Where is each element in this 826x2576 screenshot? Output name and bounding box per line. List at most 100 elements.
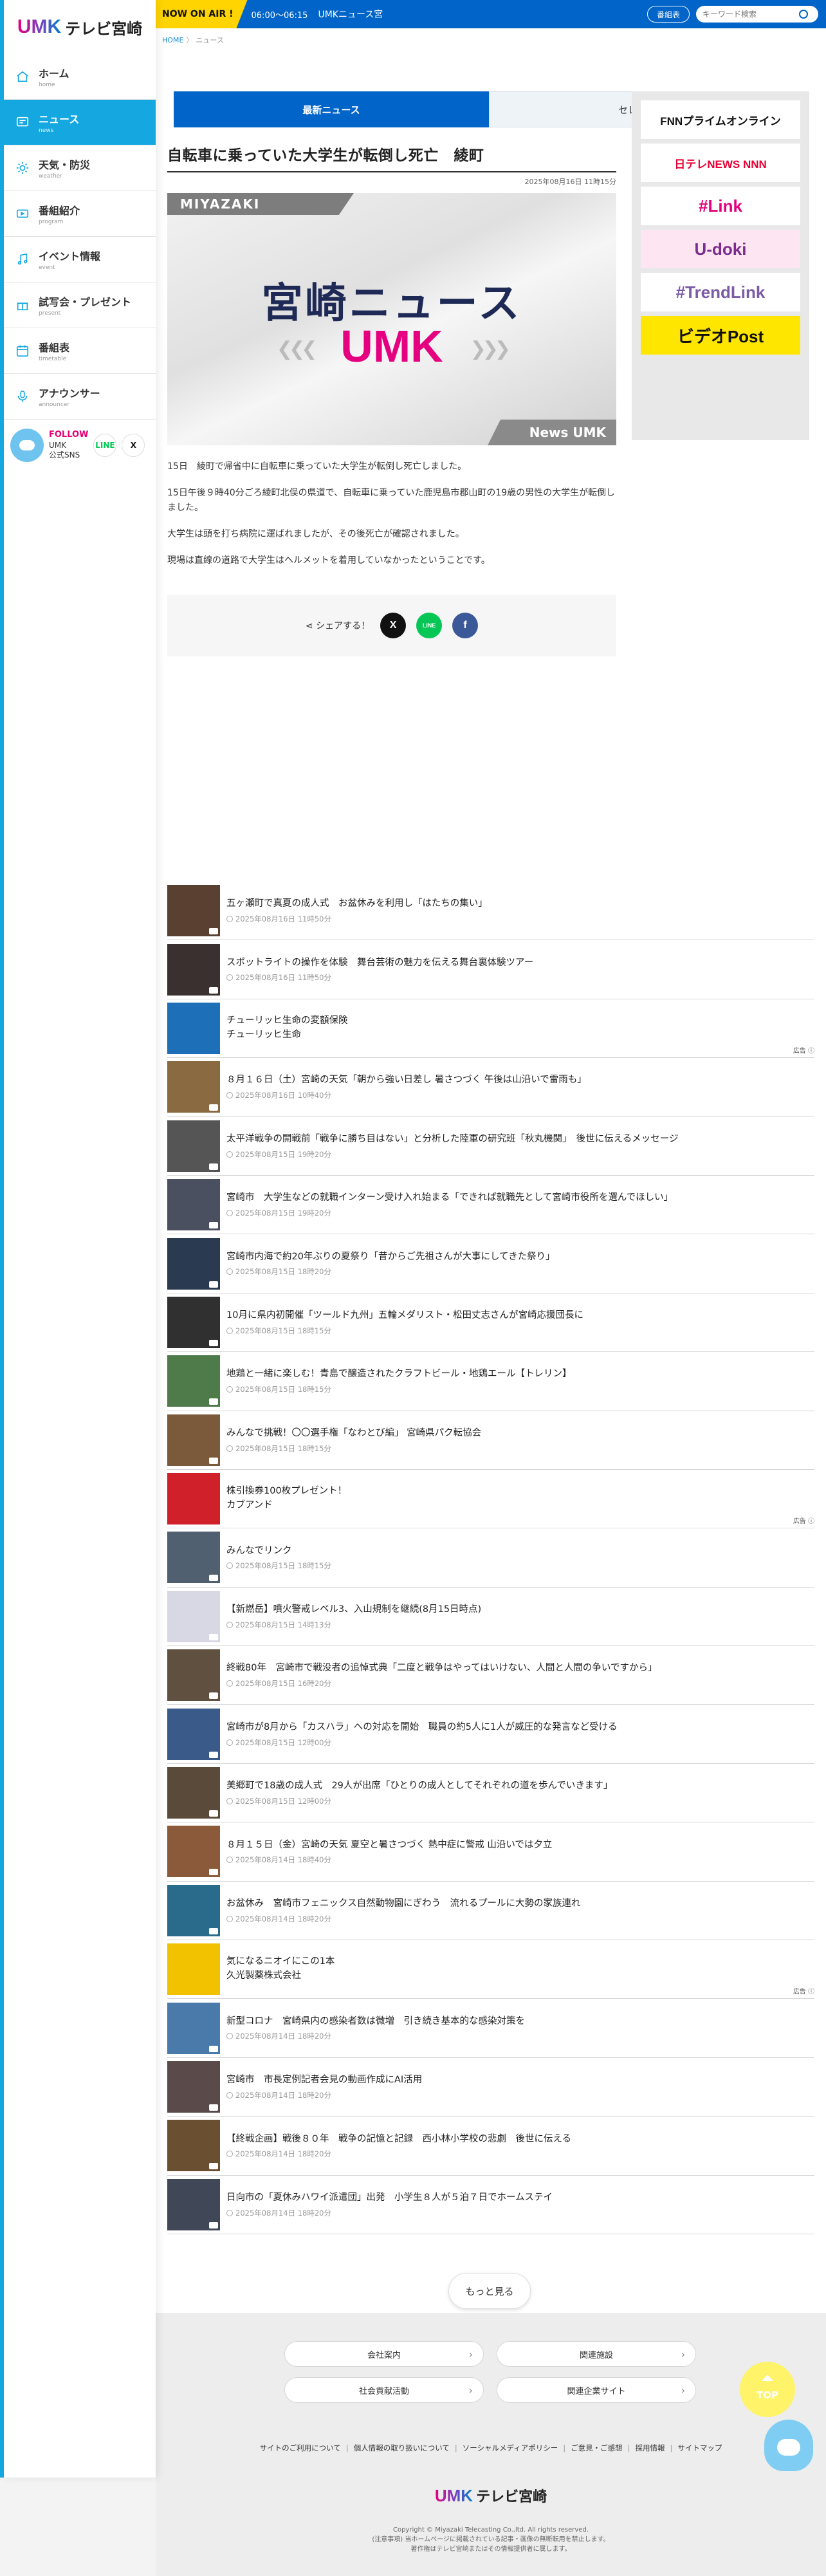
news-title[interactable]: お盆休み 宮崎市フェニックス自然動物園にぎわう 流れるプールに大勢の家族連れ [226, 1897, 581, 1911]
search-icon[interactable] [799, 10, 808, 19]
footer-link[interactable]: ご意見・ご感想 [571, 2443, 623, 2452]
video-post-banner[interactable]: ビデオPost [641, 316, 800, 355]
news-thumbnail[interactable] [167, 1649, 220, 1701]
more-button[interactable]: もっと見る [448, 2273, 531, 2309]
news-item[interactable]: 10月に県内初開催「ツールド九州」五輪メダリスト・松田丈志さんが宮崎応援団長に 2… [167, 1293, 814, 1353]
link-banner[interactable]: #Link [641, 187, 800, 225]
news-title[interactable]: 【新燃岳】噴火警戒レベル3、入山規制を継続(8月15日時点) [226, 1603, 481, 1617]
sidebar-item-program[interactable]: 番組紹介 program [4, 191, 156, 237]
news-title[interactable]: チューリッヒ生命の変額保険 [226, 1014, 348, 1028]
news-thumbnail[interactable] [167, 1120, 220, 1172]
footer-group-sites-button[interactable]: 関連企業サイト [497, 2377, 696, 2403]
tab-latest-news[interactable]: 最新ニュース [174, 91, 489, 127]
news-item[interactable]: 宮崎市 市長定例記者会見の動画作成にAI活用 2025年08月14日 18時20分 [167, 2058, 814, 2117]
share-facebook-icon[interactable]: f [452, 613, 479, 638]
ad-item[interactable]: 株引換券100枚プレゼント！ カブアンド 広告 ⓘ [167, 1470, 814, 1529]
ad-item[interactable]: 気になるニオイにこの1本 久光製薬株式会社 広告 ⓘ [167, 1940, 814, 1999]
news-thumbnail[interactable] [167, 2061, 220, 2113]
trend-link-banner[interactable]: #TrendLink [641, 273, 800, 311]
news-title[interactable]: みんなで挑戦！〇〇選手権「なわとび編」 宮崎県パク転協会 [226, 1427, 481, 1441]
news-thumbnail[interactable] [167, 2002, 220, 2054]
news-item[interactable]: ８月１５日（金）宮崎の天気 夏空と暑さつづく 熱中症に警戒 山沿いでは夕立 202… [167, 1822, 814, 1882]
news-item[interactable]: 五ヶ瀬町で真夏の成人式 お盆休みを利用し「はたちの集い」 2025年08月16日 … [167, 882, 814, 941]
footer-link[interactable]: サイトのご利用について [260, 2443, 341, 2452]
news-title[interactable]: 太平洋戦争の開戦前「戦争に勝ち目はない」と分析した陸軍の研究班「秋丸機関」 後世… [226, 1133, 679, 1147]
news-thumbnail[interactable] [167, 1355, 220, 1407]
footer-link[interactable]: 採用情報 [635, 2443, 665, 2452]
ad-label[interactable]: 広告 ⓘ [793, 1045, 814, 1055]
timetable-button[interactable]: 番組表 [647, 6, 690, 23]
news-thumbnail[interactable] [167, 1943, 220, 1996]
onair-program[interactable]: UMKニュース宮 [318, 8, 383, 21]
news-thumbnail[interactable] [167, 1237, 220, 1290]
news-thumbnail[interactable] [167, 1826, 220, 1878]
news-item[interactable]: 【新燃岳】噴火警戒レベル3、入山規制を継続(8月15日時点) 2025年08月15… [167, 1588, 814, 1647]
news-title[interactable]: ８月１６日（土）宮崎の天気「朝から強い日差し 暑さつづく 午後は山沿いで雷雨も」 [226, 1073, 587, 1088]
news-title[interactable]: 新型コロナ 宮崎県内の感染者数は微増 引き続き基本的な感染対策を [226, 2015, 525, 2029]
news-item[interactable]: 日向市の「夏休みハワイ派遣団」出発 小学生８人が５泊７日でホームステイ 2025年… [167, 2176, 814, 2234]
footer-csr-button[interactable]: 社会貢献活動 [284, 2377, 484, 2403]
news-title[interactable]: 宮崎市 大学生などの就職インターン受け入れ始まる「できれば就職先として宮崎市役所… [226, 1191, 673, 1205]
sidebar-item-weather[interactable]: 天気・防災 weather [4, 145, 156, 191]
news-title[interactable]: 株引換券100枚プレゼント！ [226, 1485, 347, 1499]
news-title[interactable]: 気になるニオイにこの1本 [226, 1955, 335, 1969]
footer-logo[interactable]: UMK テレビ宮崎 [156, 2485, 826, 2506]
x-button[interactable]: X [122, 434, 145, 457]
news-title[interactable]: ８月１５日（金）宮崎の天気 夏空と暑さつづく 熱中症に警戒 山沿いでは夕立 [226, 1839, 552, 1853]
news-item[interactable]: 太平洋戦争の開戦前「戦争に勝ち目はない」と分析した陸軍の研究班「秋丸機関」 後世… [167, 1117, 814, 1176]
news-thumbnail[interactable] [167, 1767, 220, 1819]
news-thumbnail[interactable] [167, 885, 220, 937]
news-thumbnail[interactable] [167, 1296, 220, 1348]
news-thumbnail[interactable] [167, 1708, 220, 1760]
sidebar-item-home[interactable]: ホーム home [4, 54, 156, 100]
news-item[interactable]: 宮崎市が8月から「カスハラ」への対応を開始 職員の約5人に1人が威圧的な発言など… [167, 1705, 814, 1764]
news-title[interactable]: みんなでリンク [226, 1544, 331, 1559]
nitele-news-nnn-banner[interactable]: 日テレNEWS NNN [641, 144, 800, 182]
news-title[interactable]: 宮崎市内海で約20年ぶりの夏祭り「昔からご先祖さんが大事にしてきた祭り」 [226, 1250, 555, 1265]
share-x-icon[interactable]: X [380, 613, 407, 638]
news-item[interactable]: 新型コロナ 宮崎県内の感染者数は微増 引き続き基本的な感染対策を 2025年08月… [167, 1999, 814, 2058]
news-thumbnail[interactable] [167, 1061, 220, 1113]
sidebar-item-timetable[interactable]: 番組表 timetable [4, 328, 156, 374]
sidebar-item-present[interactable]: 試写会・プレゼント present [4, 283, 156, 328]
news-item[interactable]: みんなで挑戦！〇〇選手権「なわとび編」 宮崎県パク転協会 2025年08月15日 … [167, 1411, 814, 1470]
news-title[interactable]: スポットライトの操作を体験 舞台芸術の魅力を伝える舞台裏体験ツアー [226, 956, 533, 970]
news-title[interactable]: 日向市の「夏休みハワイ派遣団」出発 小学生８人が５泊７日でホームステイ [226, 2191, 553, 2205]
breadcrumb-home[interactable]: HOME [162, 36, 183, 44]
news-title[interactable]: 美郷町で18歳の成人式 29人が出席「ひとりの成人としてそれぞれの道を歩んでいき… [226, 1779, 612, 1793]
news-title[interactable]: 五ヶ瀬町で真夏の成人式 お盆休みを利用し「はたちの集い」 [226, 897, 488, 911]
footer-link[interactable]: ソーシャルメディアポリシー [463, 2443, 558, 2452]
ad-item[interactable]: チューリッヒ生命の変額保険 チューリッヒ生命 広告 ⓘ [167, 999, 814, 1059]
news-item[interactable]: 宮崎市内海で約20年ぶりの夏祭り「昔からご先祖さんが大事にしてきた祭り」 2025… [167, 1234, 814, 1293]
news-thumbnail[interactable] [167, 1414, 220, 1466]
footer-company-button[interactable]: 会社案内 [284, 2341, 484, 2367]
news-thumbnail[interactable] [167, 1532, 220, 1584]
news-item[interactable]: 【終戦企画】戦後８０年 戦争の記憶と記録 西小林小学校の悲劇 後世に伝える 202… [167, 2117, 814, 2176]
news-title[interactable]: 地鶏と一緒に楽しむ！青島で醸造されたクラフトビール・地鶏エール【トレリン】 [226, 1367, 572, 1382]
ad-label[interactable]: 広告 ⓘ [793, 1515, 814, 1525]
news-thumbnail[interactable] [167, 1002, 220, 1054]
sidebar-item-event[interactable]: イベント情報 event [4, 237, 156, 283]
to-top-button[interactable]: TOP [740, 2362, 795, 2417]
news-title[interactable]: 終戦80年 宮崎市で戦没者の追悼式典「二度と戦争はやってはいけない、人間と人間の… [226, 1662, 657, 1676]
news-item[interactable]: 地鶏と一緒に楽しむ！青島で醸造されたクラフトビール・地鶏エール【トレリン】 202… [167, 1352, 814, 1411]
news-title[interactable]: 宮崎市 市長定例記者会見の動画作成にAI活用 [226, 2073, 422, 2088]
news-item[interactable]: みんなでリンク 2025年08月15日 18時15分 [167, 1528, 814, 1588]
news-title[interactable]: 【終戦企画】戦後８０年 戦争の記憶と記録 西小林小学校の悲劇 後世に伝える [226, 2133, 571, 2147]
sidebar-item-news[interactable]: ニュース news [4, 100, 156, 145]
news-thumbnail[interactable] [167, 1884, 220, 1936]
news-thumbnail[interactable] [167, 1179, 220, 1231]
footer-facilities-button[interactable]: 関連施設 [497, 2341, 696, 2367]
news-thumbnail[interactable] [167, 2178, 220, 2230]
news-item[interactable]: ８月１６日（土）宮崎の天気「朝から強い日差し 暑さつづく 午後は山沿いで雷雨も」… [167, 1058, 814, 1117]
news-title[interactable]: 宮崎市が8月から「カスハラ」への対応を開始 職員の約5人に1人が威圧的な発言など… [226, 1721, 618, 1735]
site-logo[interactable]: UMK テレビ宮崎 [4, 0, 156, 54]
line-button[interactable]: LINE [93, 434, 117, 457]
news-thumbnail[interactable] [167, 2120, 220, 2172]
share-line-icon[interactable]: LINE [416, 613, 443, 638]
footer-link[interactable]: サイトマップ [677, 2443, 722, 2452]
footer-link[interactable]: 個人情報の取り扱いについて [354, 2443, 450, 2452]
news-item[interactable]: 美郷町で18歳の成人式 29人が出席「ひとりの成人としてそれぞれの道を歩んでいき… [167, 1764, 814, 1823]
sidebar-item-announcer[interactable]: アナウンサー announcer [4, 374, 156, 420]
u-doki-banner[interactable]: U-doki [641, 230, 800, 268]
